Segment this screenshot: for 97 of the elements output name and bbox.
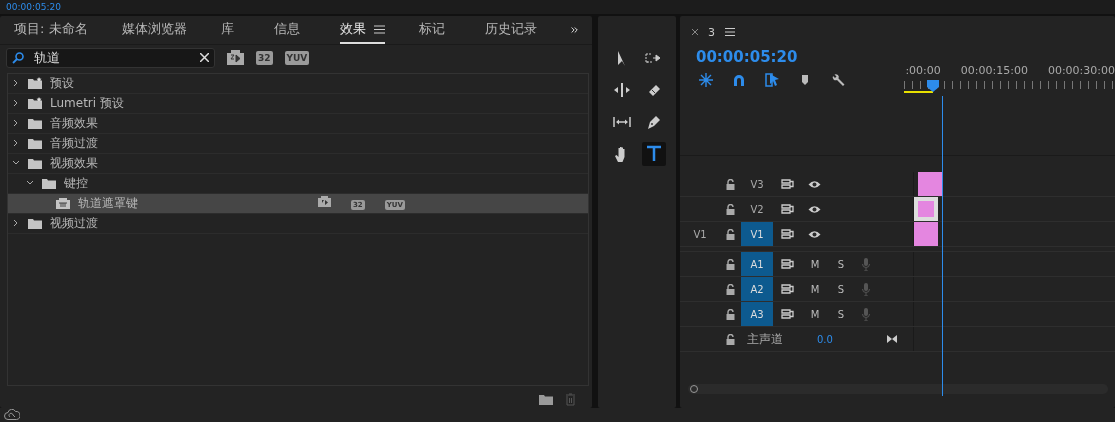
timecode[interactable]: 00:00:05:20 [696,48,798,66]
track-target[interactable]: V2 [741,197,773,221]
lock-icon[interactable] [726,308,735,320]
mute-button[interactable]: M [804,308,826,320]
item-label: 轨道遮罩键 [78,194,138,212]
solo-button[interactable]: S [830,308,852,320]
source-patch[interactable]: V1 [680,228,720,240]
sync-lock-icon[interactable] [781,284,794,294]
panel-tab[interactable]: 媒体浏览器 [121,16,187,44]
folder-icon [28,157,42,170]
folder-icon[interactable] [539,393,553,405]
master-label: 主声道 [747,330,784,348]
folder-star-icon [28,77,42,90]
panel-tab[interactable]: 效果 [339,16,385,44]
folder-icon [28,137,42,150]
search-field[interactable]: 轨道 [6,47,215,68]
track-target[interactable]: A1 [741,252,773,276]
sync-lock-icon[interactable] [781,229,794,239]
sync-lock-icon[interactable] [781,309,794,319]
list-item[interactable]: 音频效果 [8,113,588,134]
format-badge: YUV [284,50,310,65]
sync-lock-icon[interactable] [781,179,794,189]
list-item[interactable]: 预设 [8,73,588,94]
video-clip[interactable] [914,222,938,246]
chevron-right-icon[interactable] [12,219,20,228]
sync-lock-icon[interactable] [781,204,794,214]
lock-icon[interactable] [726,283,735,295]
video-clip[interactable] [918,172,942,196]
list-item[interactable]: Lumetri 预设 [8,93,588,114]
list-item[interactable]: 音频过渡 [8,133,588,154]
chevron-right-icon[interactable] [12,139,20,148]
chevron-right-icon[interactable] [12,119,20,128]
folder-icon [28,217,42,230]
close-icon[interactable] [692,29,698,35]
eye-icon[interactable] [808,204,821,214]
volume-value[interactable]: 0.0 [817,333,887,345]
eye-icon[interactable] [808,229,821,239]
effect-icon [56,197,70,210]
item-label: 视频效果 [50,154,98,172]
lock-icon[interactable] [726,178,735,190]
nest-icon[interactable] [698,72,714,88]
panel-tab[interactable]: 库 [220,16,234,44]
track-target[interactable]: V3 [741,172,773,196]
menu-icon[interactable] [373,24,385,34]
panel-tab[interactable]: 信息 [273,16,300,44]
folder-icon [42,177,56,190]
lock-icon[interactable] [726,228,735,240]
scrollbar[interactable] [688,384,1108,394]
time-label: 00:00:15:00 [960,64,1028,77]
item-label: 视频过渡 [50,214,98,232]
chevron-right-icon[interactable] [12,99,20,108]
lock-icon[interactable] [726,333,735,345]
sequence-tab[interactable]: 3 [708,25,715,39]
track-target[interactable]: V1 [741,222,773,246]
mute-button[interactable]: M [804,283,826,295]
folder-star-icon [28,97,42,110]
search-icon [12,51,24,64]
eye-icon[interactable] [808,179,821,189]
panel-tab[interactable]: 项目: 未命名 [14,16,88,44]
track-target[interactable]: A2 [741,277,773,301]
linked-selection-icon[interactable] [764,72,780,88]
bowtie-icon[interactable] [887,335,897,343]
sync-lock-icon[interactable] [781,259,794,269]
solo-button[interactable]: S [830,258,852,270]
list-item[interactable]: 视频过渡 [8,213,588,234]
playhead-icon[interactable] [927,80,940,92]
solo-button[interactable]: S [830,283,852,295]
magnet-icon[interactable] [731,72,747,88]
menu-icon[interactable] [725,28,735,36]
item-label: 音频过渡 [50,134,98,152]
item-label: 音频效果 [50,114,98,132]
panel-tab[interactable]: 标记 [418,16,445,44]
video-clip[interactable] [914,197,938,221]
item-label: Lumetri 预设 [50,94,124,112]
track-target[interactable]: A3 [741,302,773,326]
time-label: 00:00:30:00 [1047,64,1115,77]
time-ruler[interactable]: :00:00 00:00:15:00 00:00:30:00 [904,64,1115,94]
overflow-icon[interactable] [570,25,578,35]
list-item[interactable]: 视频效果 [8,153,588,174]
item-label: 键控 [64,174,88,192]
format-badge: 32 [256,50,273,65]
accelerated-effect-icon [227,50,244,66]
lock-icon[interactable] [726,258,735,270]
folder-icon [28,117,42,130]
time-label: :00:00 [905,64,941,77]
clear-icon[interactable] [200,53,209,63]
chevron-right-icon[interactable] [12,79,20,88]
creative-cloud-icon[interactable] [4,409,20,421]
accelerated-effect-icon [318,196,331,208]
text-tool-icon[interactable] [642,142,666,166]
panel-tab[interactable]: 历史记录 [484,16,537,44]
wrench-icon[interactable] [830,72,846,88]
item-label: 预设 [50,74,74,92]
lock-icon[interactable] [726,203,735,215]
timecode: 00:00:05:20 [6,1,61,13]
mute-button[interactable]: M [804,258,826,270]
list-item[interactable]: 键控 [8,173,588,194]
